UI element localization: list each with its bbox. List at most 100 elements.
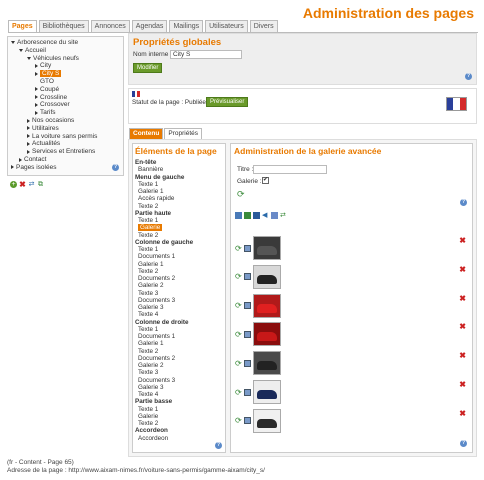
collapsed-arrow-icon[interactable] xyxy=(35,87,38,92)
expanded-arrow-icon[interactable] xyxy=(27,56,31,60)
tab-6[interactable]: Divers xyxy=(249,20,278,32)
element-item[interactable]: Texte 4 xyxy=(138,311,158,318)
element-item[interactable]: Accordeon xyxy=(138,435,168,442)
element-item[interactable]: Texte 2 xyxy=(138,203,158,210)
help-icon[interactable]: ? xyxy=(465,73,472,80)
tree-item[interactable]: City xyxy=(35,62,51,69)
element-item[interactable]: Texte 2 xyxy=(138,420,158,427)
element-item[interactable]: Galerie 1 xyxy=(138,188,164,195)
name-input[interactable]: City S xyxy=(170,50,242,59)
element-item[interactable]: Galerie xyxy=(138,413,158,420)
element-item[interactable]: Galerie 1 xyxy=(138,340,164,347)
collapsed-arrow-icon[interactable] xyxy=(11,165,14,170)
delete-icon[interactable]: ✖ xyxy=(459,322,466,331)
replace-icon[interactable]: ⟳ xyxy=(235,388,242,396)
tab-5[interactable]: Utilisateurs xyxy=(205,20,248,32)
help-icon[interactable]: ? xyxy=(460,199,467,206)
element-item[interactable]: Galerie 3 xyxy=(138,384,164,391)
delete-page-icon[interactable]: ✖ xyxy=(19,181,26,189)
element-item[interactable]: Documents 2 xyxy=(138,275,175,282)
element-item[interactable]: Texte 1 xyxy=(138,246,158,253)
gallery-thumbnail[interactable] xyxy=(253,264,281,289)
gallery-add-icon[interactable] xyxy=(244,212,251,219)
tree-item[interactable]: GTO xyxy=(35,78,54,85)
collapsed-arrow-icon[interactable] xyxy=(35,95,38,100)
galerie-checkbox[interactable]: ✔ xyxy=(262,177,269,184)
modify-button[interactable]: Modifier xyxy=(133,63,163,73)
replace-icon[interactable]: ⟳ xyxy=(235,273,242,281)
element-item[interactable]: Texte 3 xyxy=(138,290,158,297)
tree-item[interactable]: La voiture sans permis xyxy=(27,133,97,140)
collapsed-arrow-icon[interactable] xyxy=(35,71,38,76)
help-icon[interactable]: ? xyxy=(460,440,467,447)
collapsed-arrow-icon[interactable] xyxy=(27,126,30,131)
tree-item[interactable]: Véhicules neufs xyxy=(27,55,79,62)
delete-icon[interactable]: ✖ xyxy=(459,380,466,389)
element-item[interactable]: Documents 1 xyxy=(138,253,175,260)
replace-icon[interactable]: ⟳ xyxy=(235,302,242,310)
element-item[interactable]: Texte 1 xyxy=(138,406,158,413)
gallery-thumbnail[interactable] xyxy=(253,236,281,260)
edit-icon[interactable] xyxy=(253,212,260,219)
tab-2[interactable]: Annonces xyxy=(90,20,130,32)
tree-item[interactable]: Contact xyxy=(19,156,46,163)
tree-item[interactable]: Services et Entretiens xyxy=(27,148,95,155)
tree-item[interactable]: Coupé xyxy=(35,86,59,93)
replace-icon[interactable]: ⟳ xyxy=(235,359,242,367)
element-item[interactable]: Texte 4 xyxy=(138,391,158,398)
element-item[interactable]: Galerie 3 xyxy=(138,304,164,311)
delete-icon[interactable]: ✖ xyxy=(459,409,466,418)
tree-item[interactable]: Utilitaires xyxy=(27,125,59,132)
delete-icon[interactable]: ✖ xyxy=(459,351,466,360)
element-item[interactable]: Bannière xyxy=(138,166,163,173)
preview-button[interactable]: Prévisualiser xyxy=(206,97,249,107)
tree-item[interactable]: Nos occasions xyxy=(27,117,74,124)
edit-icon[interactable] xyxy=(244,417,251,425)
delete-icon[interactable]: ✖ xyxy=(459,265,466,274)
expanded-arrow-icon[interactable] xyxy=(11,41,15,44)
gallery-thumbnail[interactable] xyxy=(253,380,281,404)
replace-icon[interactable]: ⟳ xyxy=(235,417,242,425)
titre-input[interactable] xyxy=(253,165,327,174)
tree-item[interactable]: Tarifs xyxy=(35,109,56,116)
replace-icon[interactable]: ⟳ xyxy=(235,330,242,338)
element-item[interactable]: Galerie 2 xyxy=(138,282,164,289)
edit-icon[interactable] xyxy=(244,273,251,281)
collapsed-arrow-icon[interactable] xyxy=(35,63,38,68)
expanded-arrow-icon[interactable] xyxy=(19,48,23,52)
tab-1[interactable]: Bibliothèques xyxy=(38,20,89,32)
subtab-0[interactable]: Contenu xyxy=(129,128,164,139)
tree-item[interactable]: Accueil xyxy=(19,47,46,54)
tab-4[interactable]: Mailings xyxy=(169,20,204,32)
collapsed-arrow-icon[interactable] xyxy=(19,157,22,162)
refresh-icon[interactable]: ⟳ xyxy=(237,189,245,200)
tree-item[interactable]: City S xyxy=(35,70,62,78)
tree-item[interactable]: Crossline xyxy=(35,94,67,101)
collapsed-arrow-icon[interactable] xyxy=(35,110,38,115)
add-page-icon[interactable]: + xyxy=(10,181,17,188)
tab-3[interactable]: Agendas xyxy=(131,20,168,32)
element-item[interactable]: Texte 1 xyxy=(138,217,158,224)
collapsed-arrow-icon[interactable] xyxy=(27,118,30,123)
edit-icon[interactable] xyxy=(244,302,251,310)
element-item[interactable]: Texte 2 xyxy=(138,268,158,275)
gallery-thumbnail[interactable] xyxy=(253,408,281,433)
delete-icon[interactable]: ✖ xyxy=(459,294,466,303)
sound-icon[interactable]: ◀ xyxy=(262,212,269,219)
element-item[interactable]: Documents 2 xyxy=(138,355,175,362)
edit-icon[interactable] xyxy=(244,359,251,367)
subtab-1[interactable]: Propriétés xyxy=(164,128,202,139)
element-item[interactable]: Documents 3 xyxy=(138,377,175,384)
move-page-icon[interactable]: ⇄ xyxy=(28,181,35,188)
edit-icon[interactable] xyxy=(244,244,251,252)
collapsed-arrow-icon[interactable] xyxy=(27,134,30,139)
copy-page-icon[interactable]: ⧉ xyxy=(37,181,44,188)
element-item[interactable]: Texte 1 xyxy=(138,181,158,188)
edit-icon[interactable] xyxy=(244,330,251,338)
replace-icon[interactable]: ⟳ xyxy=(235,244,242,252)
element-item[interactable]: Accès rapide xyxy=(138,195,174,202)
tree-item[interactable]: Pages isolées xyxy=(11,164,56,171)
tab-0[interactable]: Pages xyxy=(8,20,37,32)
element-item[interactable]: Documents 3 xyxy=(138,297,175,304)
gallery-thumbnail[interactable] xyxy=(253,322,281,347)
